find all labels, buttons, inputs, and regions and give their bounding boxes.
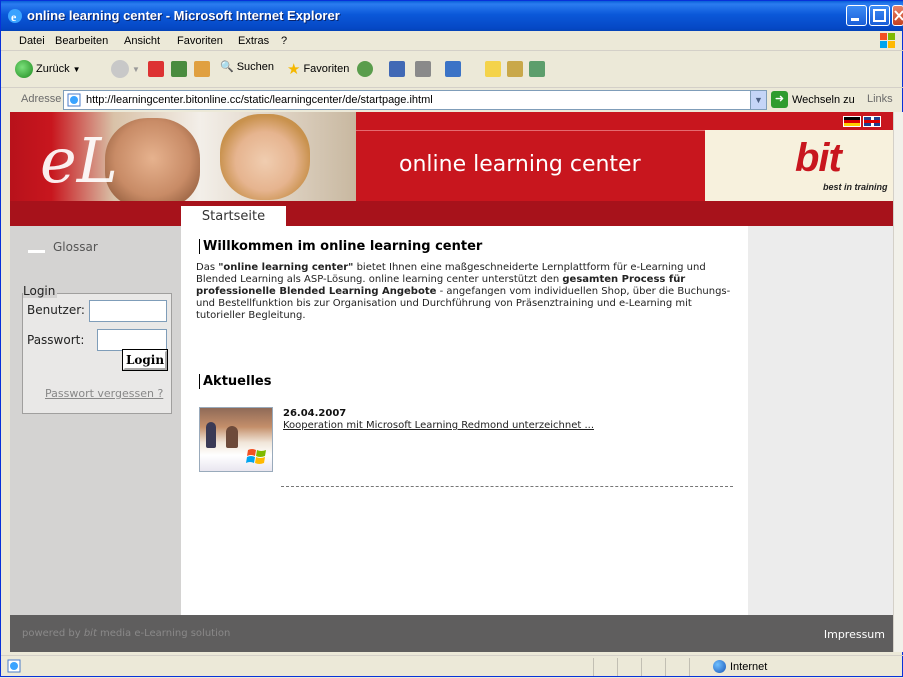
close-button[interactable] <box>892 5 903 26</box>
stop-icon[interactable] <box>148 61 164 77</box>
man-photo <box>105 118 200 208</box>
go-label: Wechseln zu <box>792 93 855 106</box>
el-logo: eL <box>40 124 118 197</box>
discuss-icon[interactable] <box>485 61 501 77</box>
mail-icon[interactable] <box>389 61 405 77</box>
slogan-band: online learning center <box>356 112 705 201</box>
impressum-link[interactable]: Impressum <box>824 628 885 641</box>
news-date: 26.04.2007 <box>283 408 347 419</box>
menu-help[interactable]: ? <box>281 35 287 47</box>
bit-logo: bit <box>795 136 842 180</box>
close-icon <box>894 10 903 21</box>
powered-by-text: powered by bit media e-Learning solution <box>22 628 231 639</box>
security-zone: Internet <box>713 660 767 673</box>
nav-band <box>10 201 893 226</box>
menu-datei[interactable]: Datei <box>19 35 45 47</box>
refresh-icon[interactable] <box>171 61 187 77</box>
minimize-icon <box>851 18 859 21</box>
favorites-button[interactable]: ★ Favoriten <box>287 60 349 78</box>
news-divider <box>281 486 733 487</box>
site-footer: powered by bit media e-Learning solution… <box>10 615 893 652</box>
messenger-icon[interactable] <box>529 61 545 77</box>
back-arrow-icon <box>15 60 33 78</box>
left-sidebar: Glossar Benutzer: Passwort: Login Login … <box>10 226 181 615</box>
research-icon[interactable] <box>507 61 523 77</box>
edit-icon[interactable] <box>445 61 461 77</box>
intro-text: Das "online learning center" bietet Ihne… <box>196 262 731 321</box>
ie-icon: e <box>8 9 22 24</box>
address-url: http://learningcenter.bitonline.cc/stati… <box>86 94 433 106</box>
go-arrow-icon: ➜ <box>771 91 788 108</box>
globe-icon <box>713 660 726 673</box>
address-input[interactable]: http://learningcenter.bitonline.cc/stati… <box>63 90 767 110</box>
search-button[interactable]: 🔍 Suchen <box>220 60 275 74</box>
minimize-button[interactable] <box>846 5 867 26</box>
username-input[interactable] <box>89 300 167 322</box>
menu-extras[interactable]: Extras <box>238 35 269 47</box>
menu-bearbeiten[interactable]: Bearbeiten <box>55 35 108 47</box>
menu-favoriten[interactable]: Favoriten <box>177 35 223 47</box>
login-button[interactable]: Login <box>122 349 168 371</box>
web-page: eL online learning center bit best in tr… <box>10 112 893 652</box>
site-header: eL online learning center bit best in tr… <box>10 112 893 208</box>
maximize-icon <box>873 9 886 22</box>
page-icon <box>67 93 81 107</box>
forward-button[interactable]: ▼ <box>111 60 140 78</box>
back-dropdown-icon[interactable]: ▼ <box>73 65 81 74</box>
maximize-button[interactable] <box>869 5 890 26</box>
windows-logo-icon <box>880 33 895 48</box>
main-content: Willkommen im online learning center Das… <box>181 226 748 615</box>
header-photo: eL <box>10 112 356 208</box>
password-input[interactable] <box>97 329 167 351</box>
search-label: Suchen <box>236 60 275 73</box>
back-button[interactable]: Zurück ▼ <box>15 60 81 78</box>
woman-photo <box>220 114 310 200</box>
home-icon[interactable] <box>194 61 210 77</box>
title-bar: e online learning center - Microsoft Int… <box>1 1 903 31</box>
page-status-icon <box>7 659 21 673</box>
news-image[interactable] <box>199 407 273 472</box>
forgot-password-link[interactable]: Passwort vergessen ? <box>45 387 163 400</box>
german-flag-icon[interactable] <box>843 116 861 127</box>
history-icon[interactable] <box>357 61 373 77</box>
vertical-scrollbar[interactable] <box>893 112 903 652</box>
favorites-star-icon: ★ <box>287 61 301 78</box>
browser-window: e online learning center - Microsoft Int… <box>0 0 903 677</box>
menu-ansicht[interactable]: Ansicht <box>124 35 160 47</box>
address-dropdown-icon[interactable]: ▼ <box>750 91 766 109</box>
welcome-heading: Willkommen im online learning center <box>199 239 482 254</box>
site-slogan: online learning center <box>399 152 641 177</box>
status-bar: Internet <box>1 655 903 678</box>
tab-startseite[interactable]: Startseite <box>181 206 286 228</box>
bit-tagline: best in training <box>823 182 888 192</box>
links-label[interactable]: Links <box>867 93 893 105</box>
login-title: Login <box>23 284 58 298</box>
print-icon[interactable] <box>415 61 431 77</box>
glossar-label: Glossar <box>53 240 98 254</box>
windows-flag-icon <box>246 449 266 464</box>
address-label: Adresse <box>21 93 62 105</box>
sidebar-item-glossar[interactable]: Glossar <box>28 240 98 254</box>
username-label: Benutzer: <box>27 303 85 317</box>
address-bar: Adresse http://learningcenter.bitonline.… <box>1 89 903 111</box>
back-label: Zurück <box>36 63 70 75</box>
right-sidebar <box>748 226 893 615</box>
zone-label: Internet <box>730 660 768 673</box>
news-heading: Aktuelles <box>199 374 271 389</box>
toolbar: Zurück ▼ ▼ 🔍 Suchen ★ Favoriten <box>1 52 903 88</box>
glossar-bar-icon <box>28 249 45 253</box>
forward-arrow-icon <box>111 60 129 78</box>
brand-box: bit best in training <box>705 112 893 201</box>
go-button[interactable]: ➜ Wechseln zu <box>771 91 855 108</box>
favorites-label: Favoriten <box>303 63 350 75</box>
menu-bar: Datei Bearbeiten Ansicht Favoriten Extra… <box>1 31 903 51</box>
uk-flag-icon[interactable] <box>863 116 881 127</box>
forward-dropdown-icon[interactable]: ▼ <box>132 65 140 74</box>
window-title: online learning center - Microsoft Inter… <box>27 8 340 23</box>
password-label: Passwort: <box>27 333 85 347</box>
search-icon: 🔍 <box>220 61 234 73</box>
news-link[interactable]: Kooperation mit Microsoft Learning Redmo… <box>283 420 594 431</box>
svg-text:e: e <box>11 10 17 24</box>
